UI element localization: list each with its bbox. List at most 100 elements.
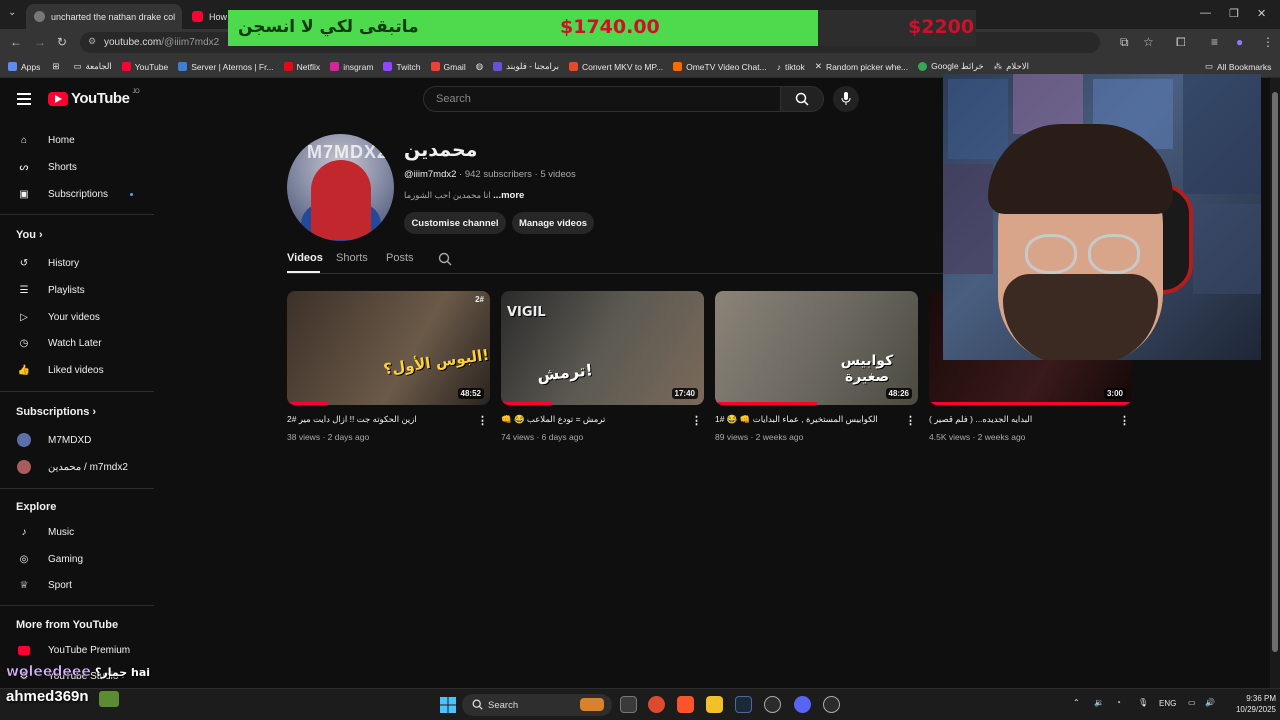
sidebar-item-history[interactable]: ↺ History: [16, 255, 79, 271]
bookmark-random-picker[interactable]: ✕ Random picker whe...: [815, 61, 908, 72]
minimize-icon[interactable]: —: [1200, 7, 1211, 19]
bookmark-star-icon[interactable]: ☆: [1143, 35, 1154, 49]
video-card[interactable]: 2# البوس الأول؟! 48:52 2# ازين الحكوته ج…: [287, 291, 490, 442]
more-link[interactable]: ...more: [493, 190, 524, 201]
tab-search-icon[interactable]: ≡: [1211, 35, 1218, 49]
extensions-icon[interactable]: ⧠: [1176, 35, 1186, 50]
system-clock[interactable]: 9:36 PM 10/29/2025: [1226, 693, 1276, 715]
video-title[interactable]: 1# 😂 👊 الكوابيس المستخيرة , عماء البدايا…: [715, 414, 905, 425]
sidebar-subscription-m7mdx2[interactable]: محمدين / m7mdx2: [16, 459, 128, 475]
bookmark-folder[interactable]: ▭ الجامعة: [74, 61, 112, 72]
sidebar-item-watch-later[interactable]: ◷ Watch Later: [16, 335, 102, 351]
sidebar-item-shorts[interactable]: ᔕ Shorts: [16, 159, 77, 175]
tab-close-icon[interactable]: ✕: [181, 11, 182, 22]
browser-tab[interactable]: How t: [184, 4, 228, 29]
youtube-logo[interactable]: YouTube JO: [48, 89, 140, 107]
volume-icon[interactable]: 🔉: [1094, 698, 1104, 707]
chrome-icon[interactable]: [648, 696, 665, 713]
menu-hamburger-icon[interactable]: [17, 93, 31, 108]
more-options-icon[interactable]: ⋮: [691, 414, 702, 427]
bookmark-ometv[interactable]: OmeTV Video Chat...: [673, 62, 767, 72]
forward-arrow-icon[interactable]: →: [34, 35, 46, 49]
bookmark-google-maps[interactable]: Google خرائط: [918, 61, 984, 72]
bookmark-convert[interactable]: Convert MKV to MP...: [568, 62, 663, 72]
bookmark-twitch[interactable]: Twitch: [383, 62, 421, 72]
manage-videos-button[interactable]: Manage videos: [512, 212, 594, 234]
video-title[interactable]: 2# ازين الحكوته جت !! ازال دايت مير: [287, 414, 477, 425]
browser-menu-icon[interactable]: ⋮: [1262, 35, 1274, 49]
bookmark-grid[interactable]: ⊞: [52, 61, 59, 72]
tray-chevron-up-icon[interactable]: ⌃: [1073, 698, 1080, 707]
tab-videos[interactable]: Videos: [287, 252, 323, 264]
sidebar-section-subscriptions[interactable]: Subscriptions ›: [16, 406, 96, 418]
sidebar-item-music[interactable]: ♪ Music: [16, 524, 75, 540]
channel-description[interactable]: انا محمدين احب الشورما ...more: [404, 190, 524, 201]
all-bookmarks[interactable]: ▭ All Bookmarks: [1205, 61, 1271, 72]
sidebar-item-liked-videos[interactable]: 👍 Liked videos: [16, 362, 104, 378]
sidebar-item-playlists[interactable]: ☰ Playlists: [16, 282, 85, 298]
video-thumbnail[interactable]: VIGIL ترمش! 17:40: [501, 291, 704, 405]
more-options-icon[interactable]: ⋮: [905, 414, 916, 427]
sidebar-item-gaming[interactable]: ◎ Gaming: [16, 551, 83, 567]
discord-icon[interactable]: [794, 696, 811, 713]
install-app-icon[interactable]: ⧉: [1120, 35, 1129, 50]
bookmark-dreams[interactable]: ⁂ الاحلام: [994, 61, 1029, 72]
video-thumbnail[interactable]: كوابيس صغيرة 48:26: [715, 291, 918, 405]
task-view-icon[interactable]: [620, 696, 637, 713]
video-title[interactable]: 👊 😂 ترمش = تودع الملاعب: [501, 414, 691, 425]
bookmark-instagram[interactable]: insgram: [330, 62, 373, 72]
bookmark-netflix[interactable]: Netflix: [283, 62, 320, 72]
window-close-icon[interactable]: ✕: [1257, 7, 1266, 20]
tab-shorts[interactable]: Shorts: [336, 252, 368, 264]
channel-search-icon[interactable]: [438, 252, 452, 266]
browser-tab-active[interactable]: uncharted the nathan drake col ✕: [26, 4, 182, 29]
bookmark-tiktok[interactable]: ♪ tiktok: [777, 62, 805, 72]
tiktok-icon: ♪: [776, 61, 781, 72]
windows-start-icon[interactable]: [440, 697, 456, 713]
page-scrollbar[interactable]: [1270, 78, 1280, 692]
tab-posts[interactable]: Posts: [386, 252, 414, 264]
bookmark-apps[interactable]: Apps: [8, 62, 40, 72]
language-indicator[interactable]: ENG: [1159, 699, 1176, 708]
bookmark-gmail[interactable]: Gmail: [430, 62, 466, 72]
sidebar-section-you[interactable]: You ›: [16, 229, 43, 241]
back-arrow-icon[interactable]: ←: [10, 35, 22, 49]
voice-search-button[interactable]: [833, 86, 859, 112]
microphone-icon[interactable]: 🎙: [1138, 698, 1148, 707]
taskbar-search[interactable]: Search: [462, 694, 612, 716]
bookmark-youtube[interactable]: YouTube: [121, 62, 168, 72]
video-card[interactable]: VIGIL ترمش! 17:40 👊 😂 ترمش = تودع الملاع…: [501, 291, 704, 442]
reload-icon[interactable]: ↻: [57, 35, 67, 49]
profile-icon[interactable]: ●: [1236, 35, 1243, 49]
video-card[interactable]: كوابيس صغيرة 48:26 1# 😂 👊 الكوابيس المست…: [715, 291, 918, 442]
wifi-icon[interactable]: ◔: [1116, 698, 1121, 707]
bookmark-flowind[interactable]: برامجنا - فلوبند: [493, 61, 559, 72]
sidebar-subscription-m7mdxd[interactable]: M7MDXD: [16, 432, 91, 448]
search-input[interactable]: Search: [423, 86, 781, 112]
video-thumbnail[interactable]: 2# البوس الأول؟! 48:52: [287, 291, 490, 405]
brave-icon[interactable]: [677, 696, 694, 713]
sidebar-item-youtube-premium[interactable]: YouTube Premium: [16, 642, 130, 658]
maximize-icon[interactable]: ❐: [1229, 7, 1239, 20]
site-info-icon[interactable]: ⚙: [88, 36, 96, 47]
bookmark-globe[interactable]: ◍: [476, 61, 483, 72]
search-button[interactable]: [780, 86, 824, 112]
scrollbar-thumb[interactable]: [1272, 92, 1278, 652]
file-explorer-icon[interactable]: [706, 696, 723, 713]
settings-gear-icon[interactable]: [823, 696, 840, 713]
sidebar-item-your-videos[interactable]: ▷ Your videos: [16, 309, 100, 325]
obs-icon[interactable]: [764, 696, 781, 713]
channel-avatar[interactable]: M7MDX2: [287, 134, 394, 241]
more-options-icon[interactable]: ⋮: [477, 414, 488, 427]
sidebar-item-home[interactable]: ⌂ Home: [16, 132, 75, 148]
bookmark-aternos[interactable]: Server | Aternos | Fr...: [178, 62, 274, 72]
steam-icon[interactable]: [735, 696, 752, 713]
network-icon[interactable]: ▭: [1188, 698, 1196, 707]
sidebar-item-subscriptions[interactable]: ▣ Subscriptions: [16, 186, 134, 202]
speaker-icon[interactable]: 🔊: [1205, 698, 1215, 707]
more-options-icon[interactable]: ⋮: [1119, 414, 1130, 427]
customise-channel-button[interactable]: Customise channel: [404, 212, 506, 234]
sidebar-item-sport[interactable]: ♕ Sport: [16, 577, 72, 593]
tab-search-icon[interactable]: ⌄: [8, 7, 16, 18]
video-title[interactable]: البدايه الجديده... ( فلم قصير ): [929, 414, 1119, 425]
